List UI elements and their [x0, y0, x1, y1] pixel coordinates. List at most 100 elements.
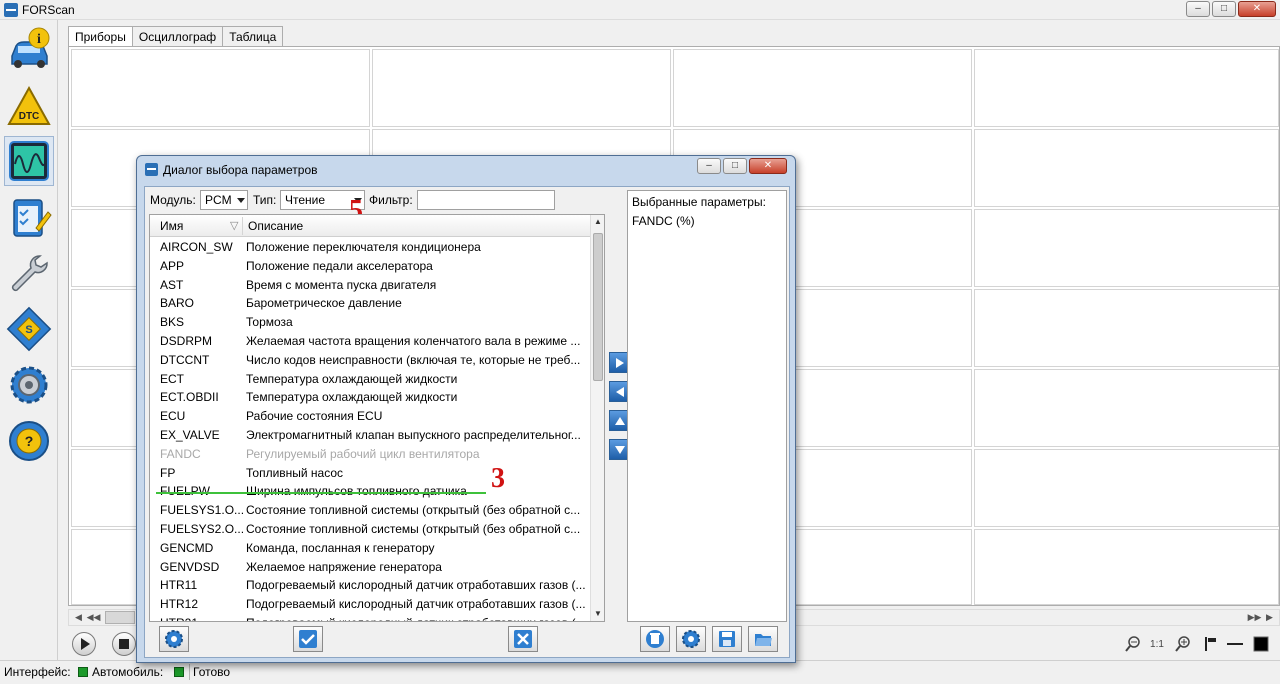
parameter-row[interactable]: DTCCNT Число кодов неисправности (включая… — [150, 351, 590, 370]
parameter-name: APP — [160, 258, 185, 273]
delete-button[interactable] — [640, 626, 670, 652]
selected-settings-button[interactable] — [676, 626, 706, 652]
parameter-row[interactable]: HTR21 Подогреваемый кислородный датчик от… — [150, 614, 590, 621]
tab-table[interactable]: Таблица — [222, 26, 284, 46]
parameter-row[interactable]: APP Положение педали акселератора — [150, 257, 590, 276]
gauge-cell[interactable] — [372, 49, 671, 127]
list-scrollbar[interactable]: ▲ ▼ — [590, 215, 604, 621]
open-button[interactable] — [748, 626, 778, 652]
dialog-settings-button[interactable] — [159, 626, 189, 652]
dialog-maximize-button[interactable]: □ — [723, 158, 747, 174]
scroll-left-icon[interactable]: ◀ — [71, 611, 86, 624]
dtc-button[interactable]: DTC — [4, 82, 54, 132]
parameter-row[interactable]: FANDC Регулируемый рабочий цикл вентилято… — [150, 445, 590, 464]
tests-button[interactable] — [4, 192, 54, 242]
line-width-button[interactable] — [1224, 633, 1246, 655]
filter-label: Фильтр: — [369, 193, 413, 207]
parameter-row[interactable]: FP Топливный насос — [150, 464, 590, 483]
save-button[interactable] — [712, 626, 742, 652]
parameter-row[interactable]: ECT Температура охлаждающей жидкости — [150, 370, 590, 389]
parameter-row[interactable]: BARO Барометрическое давление — [150, 294, 590, 313]
parameter-row[interactable]: GENVDSD Желаемое напряжение генератора — [150, 558, 590, 577]
scroll-down-icon[interactable]: ▼ — [591, 607, 604, 621]
ok-button[interactable] — [293, 626, 323, 652]
parameter-row[interactable]: EX_VALVE Электромагнитный клапан выпускно… — [150, 426, 590, 445]
config-button[interactable]: S — [4, 304, 54, 354]
color-button[interactable] — [1250, 633, 1272, 655]
parameter-description: Электромагнитный клапан выпускного распр… — [246, 427, 581, 442]
stop-button[interactable] — [112, 632, 136, 656]
parameter-row[interactable]: HTR12 Подогреваемый кислородный датчик от… — [150, 595, 590, 614]
service-button[interactable] — [4, 248, 54, 298]
parameter-row[interactable]: AIRCON_SW Положение переключателя кондици… — [150, 238, 590, 257]
scroll-up-icon[interactable]: ▲ — [591, 215, 604, 229]
oscilloscope-button[interactable] — [4, 136, 54, 186]
cancel-button[interactable] — [508, 626, 538, 652]
oscilloscope-icon — [9, 141, 49, 181]
parameter-description: Рабочие состояния ECU — [246, 409, 383, 424]
filter-input[interactable] — [417, 190, 555, 210]
parameter-name: ECU — [160, 409, 186, 424]
parameter-row[interactable]: GENCMD Команда, посланная к генератору — [150, 539, 590, 558]
dialog-close-button[interactable]: ✕ — [749, 158, 787, 174]
module-select[interactable]: PCM — [200, 190, 248, 210]
gauge-cell[interactable] — [673, 49, 972, 127]
close-button[interactable]: ✕ — [1238, 1, 1276, 17]
scroll-thumb[interactable] — [105, 611, 135, 624]
settings-button[interactable] — [4, 360, 54, 410]
selected-parameters-panel: Выбранные параметры: FANDC (%) — [627, 190, 787, 622]
scale-1-1-button[interactable]: 1:1 — [1146, 633, 1168, 655]
gauge-cell[interactable] — [974, 289, 1279, 367]
column-name-header[interactable]: Имя — [160, 219, 183, 233]
parameter-row[interactable]: DSDRPM Желаемая частота вращения коленчат… — [150, 332, 590, 351]
minimize-button[interactable]: – — [1186, 1, 1210, 17]
gauge-cell[interactable] — [974, 129, 1279, 207]
parameter-row[interactable]: FUELSYS2.O... Состояние топливной системы… — [150, 520, 590, 539]
app-icon — [4, 3, 18, 17]
dialog-minimize-button[interactable]: – — [697, 158, 721, 174]
maximize-button[interactable]: □ — [1212, 1, 1236, 17]
list-rows: AIRCON_SW Положение переключателя кондици… — [150, 238, 590, 621]
scroll-fast-right-icon[interactable]: ▶▶ — [1247, 611, 1262, 624]
gauge-cell[interactable] — [974, 369, 1279, 447]
parameter-selection-dialog: Диалог выбора параметров – □ ✕ Модуль: P… — [136, 155, 796, 663]
parameter-row[interactable]: AST Время с момента пуска двигателя — [150, 276, 590, 295]
parameter-row[interactable]: ECU Рабочие состояния ECU — [150, 407, 590, 426]
checklist-icon — [13, 199, 52, 237]
scroll-right-icon[interactable]: ▶ — [1262, 611, 1277, 624]
parameter-name: DTCCNT — [160, 352, 210, 367]
tab-oscilloscope[interactable]: Осциллограф — [131, 26, 224, 46]
parameter-name: ECT — [160, 371, 184, 386]
gauge-cell[interactable] — [974, 49, 1279, 127]
parameter-description: Барометрическое давление — [246, 296, 402, 311]
play-button[interactable] — [72, 632, 96, 656]
parameter-description: Подогреваемый кислородный датчик отработ… — [246, 578, 586, 593]
zoom-out-button[interactable] — [1122, 633, 1144, 655]
column-desc-header[interactable]: Описание — [248, 219, 303, 233]
parameter-description: Положение педали акселератора — [246, 258, 433, 273]
gauge-cell[interactable] — [974, 529, 1279, 605]
parameter-description: Температура охлаждающей жидкости — [246, 371, 458, 386]
list-scroll-thumb[interactable] — [593, 233, 603, 381]
vehicle-label: Автомобиль: — [92, 665, 164, 679]
gauge-cell[interactable] — [974, 209, 1279, 287]
gauge-cell[interactable] — [71, 49, 370, 127]
zoom-in-button[interactable] — [1172, 633, 1194, 655]
help-button[interactable]: ? — [4, 416, 54, 466]
scroll-fast-left-icon[interactable]: ◀◀ — [86, 611, 101, 624]
gauge-cell[interactable] — [974, 449, 1279, 527]
parameter-row[interactable]: ECT.OBDII Температура охлаждающей жидкост… — [150, 388, 590, 407]
selected-parameter-item[interactable]: FANDC (%) — [632, 214, 695, 228]
parameter-row[interactable]: FUELSYS1.O... Состояние топливной системы… — [150, 501, 590, 520]
info-button[interactable]: i — [4, 24, 54, 74]
window-title: FORScan — [22, 3, 75, 17]
parameter-row[interactable]: BKS Тормоза — [150, 313, 590, 332]
highlight-underline — [156, 492, 486, 494]
tab-gauges[interactable]: Приборы — [68, 26, 133, 47]
parameter-description: Тормоза — [246, 315, 293, 330]
cursor-button[interactable] — [1198, 633, 1220, 655]
dialog-app-icon — [145, 163, 158, 176]
parameter-name: DSDRPM — [160, 333, 213, 348]
arrow-up-icon — [615, 416, 625, 425]
parameter-row[interactable]: HTR11 Подогреваемый кислородный датчик от… — [150, 576, 590, 595]
